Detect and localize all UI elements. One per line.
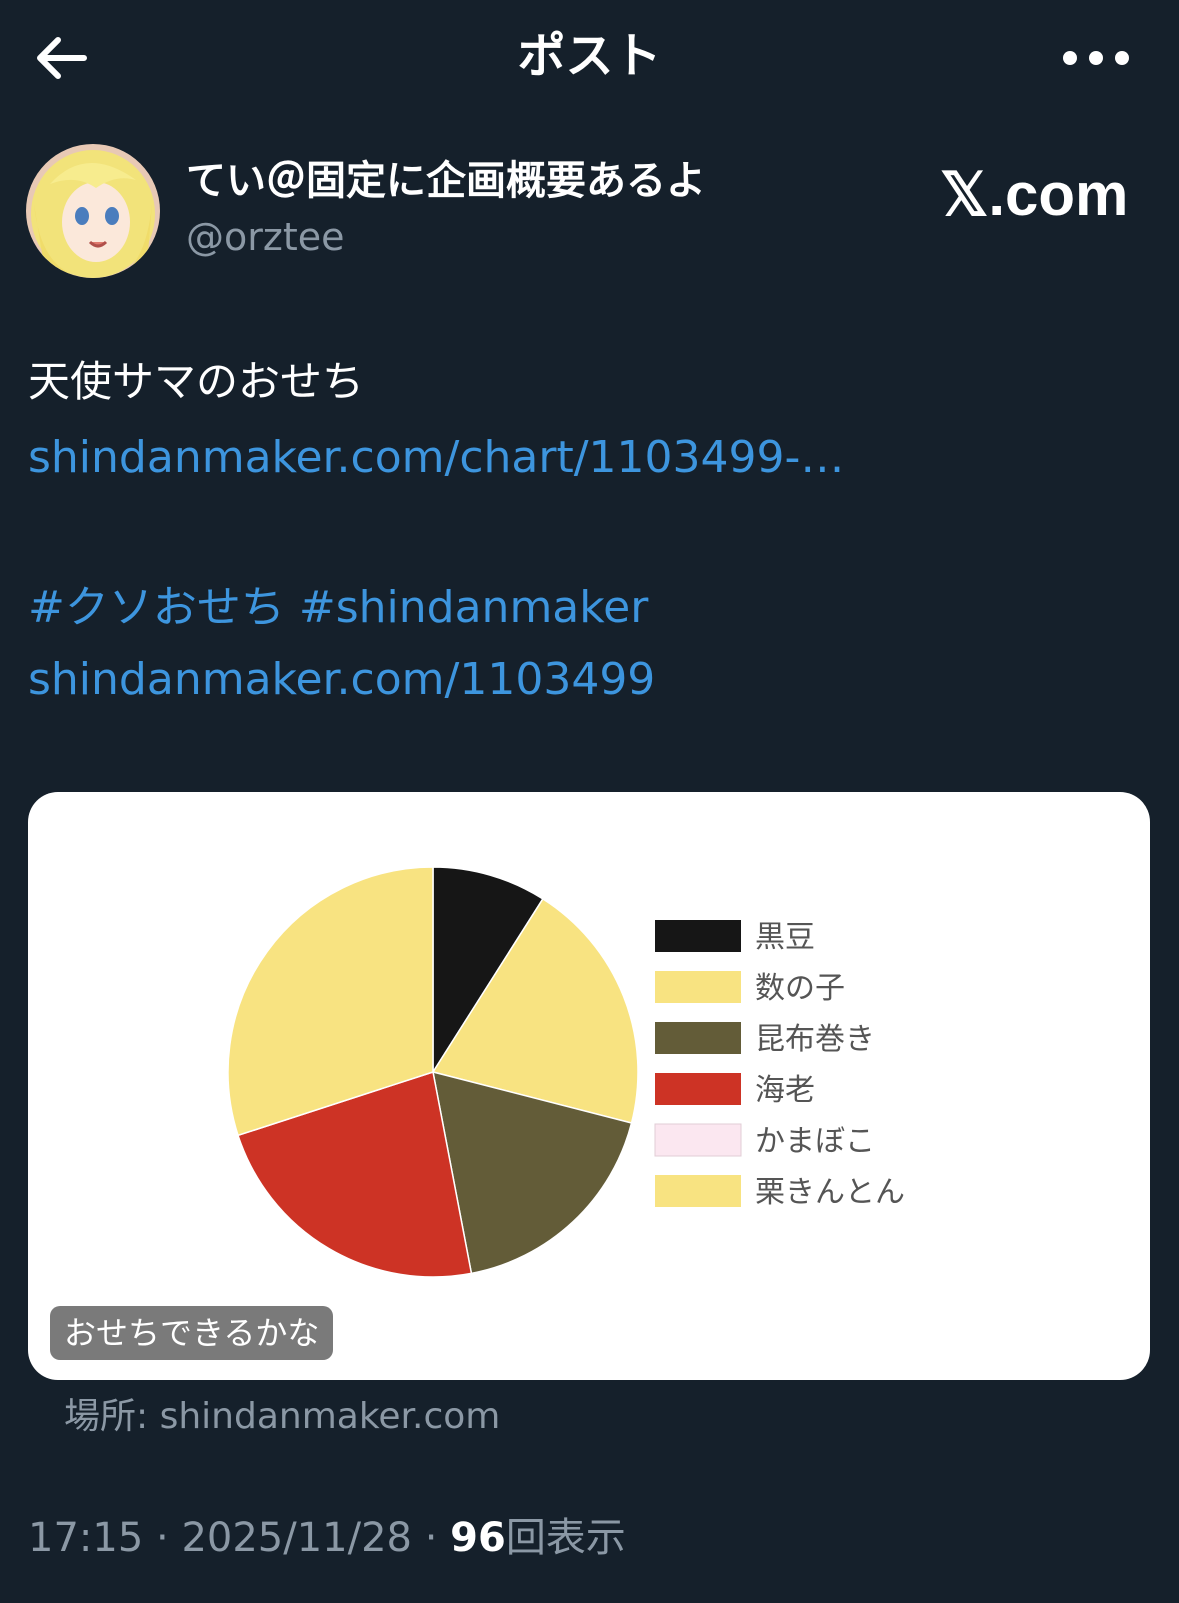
hashtags-line: #クソおせち #shindanmaker (28, 578, 648, 638)
pie-chart: 黒豆数の子昆布巻き海老かまぼこ栗きんとん (227, 866, 905, 1278)
post-time: 17:15 (28, 1515, 144, 1561)
legend-swatch-1 (655, 971, 741, 1003)
shindan-link[interactable]: shindanmaker.com/1103499 (28, 650, 655, 710)
more-button[interactable] (1060, 40, 1140, 76)
x-com-watermark: 𝕏.com (940, 161, 1129, 228)
avatar[interactable] (26, 144, 160, 278)
post-meta: 17:15 · 2025/11/28 · 96回表示 (28, 1510, 626, 1566)
top-bar: ポスト (0, 0, 1179, 115)
legend-swatch-3 (655, 1073, 741, 1105)
views-count[interactable]: 96 (450, 1515, 506, 1561)
meta-separator: · (156, 1515, 169, 1561)
hashtag-shindanmaker[interactable]: #shindanmaker (299, 582, 648, 633)
hashtag-kusoosechi[interactable]: #クソおせち (28, 582, 285, 633)
page-title: ポスト (517, 28, 662, 84)
tweet-text: 天使サマのおせち (28, 357, 365, 406)
link-card[interactable]: 黒豆数の子昆布巻き海老かまぼこ栗きんとん おせちできるかな (28, 792, 1150, 1380)
meta-separator: · (424, 1515, 438, 1561)
views-label[interactable]: 回表示 (506, 1515, 626, 1561)
legend-label-1: 数の子 (755, 971, 845, 1006)
legend-label-2: 昆布巻き (755, 1022, 875, 1057)
chart-link[interactable]: shindanmaker.com/chart/1103499-… (28, 428, 844, 488)
legend-label-3: 海老 (755, 1073, 815, 1108)
author-display-name[interactable]: てい＠固定に企画概要あるよ (186, 154, 706, 208)
card-source[interactable]: 場所: shindanmaker.com (64, 1392, 500, 1442)
legend-swatch-4 (654, 1123, 742, 1157)
avatar-illustration (26, 144, 160, 278)
post-date: 2025/11/28 (181, 1515, 412, 1561)
legend-swatch-2 (655, 1022, 741, 1054)
card-title-badge: おせちできるかな (50, 1306, 334, 1360)
more-dots-icon (1063, 51, 1129, 65)
legend-label-0: 黒豆 (755, 920, 815, 955)
legend-label-5: 栗きんとん (755, 1175, 905, 1210)
legend-swatch-5 (655, 1175, 741, 1207)
legend-swatch-0 (655, 920, 741, 952)
author-handle[interactable]: @orztee (186, 212, 344, 262)
legend-label-4: かまぼこ (755, 1124, 875, 1159)
